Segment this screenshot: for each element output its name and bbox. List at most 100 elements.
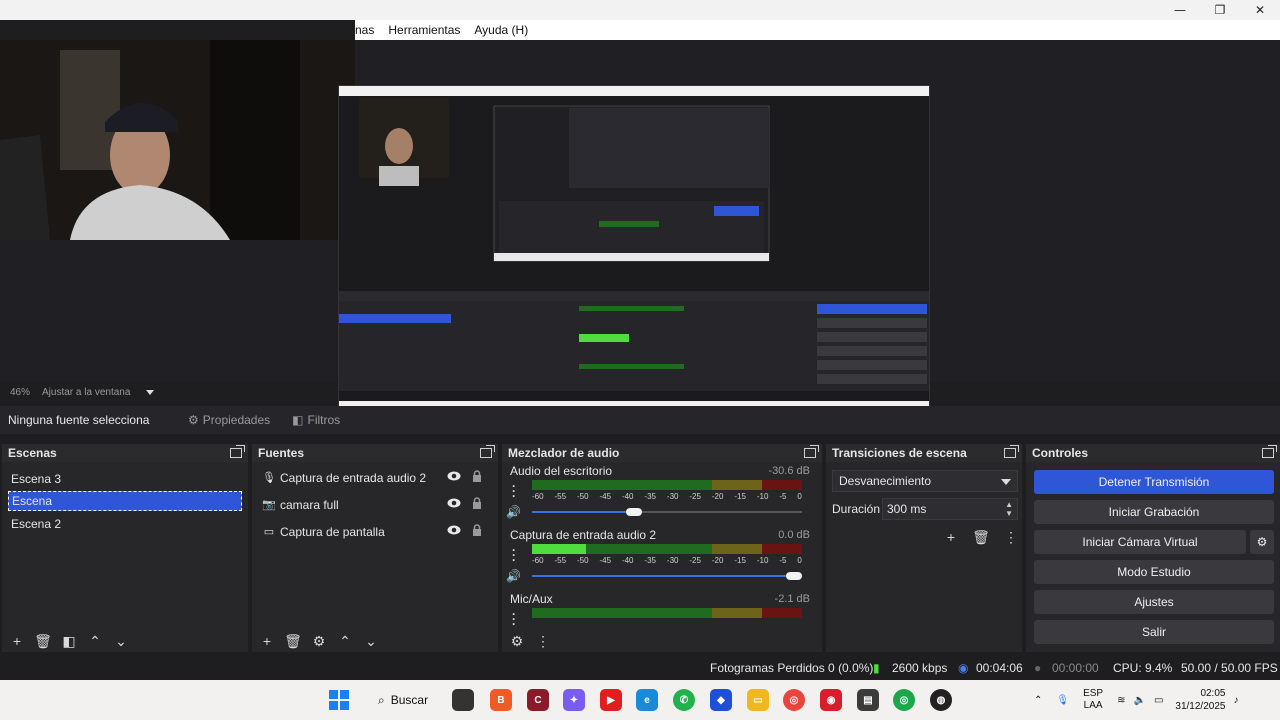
- source-item[interactable]: ▭ Captura de pantalla: [252, 518, 498, 545]
- studio-mode-button[interactable]: Modo Estudio: [1034, 560, 1274, 584]
- app-folder-icon[interactable]: ▤: [857, 689, 879, 711]
- move-down-icon[interactable]: ⌄: [112, 632, 130, 650]
- stop-streaming-button[interactable]: Detener Transmisión: [1034, 470, 1274, 494]
- notification-icon[interactable]: ♪: [1233, 695, 1238, 706]
- sources-toolbar: + 🗑 ⚙ ⌃ ⌄: [252, 630, 498, 652]
- volume-meter: [532, 608, 802, 618]
- filter-icon[interactable]: ◧: [60, 632, 78, 650]
- menu-item-scenes[interactable]: nas: [355, 23, 374, 37]
- channel-name: Captura de entrada audio 2: [510, 528, 657, 542]
- exit-button[interactable]: Salir: [1034, 620, 1274, 644]
- tray-chevron-icon[interactable]: ⌃: [1034, 695, 1042, 706]
- add-transition-icon[interactable]: +: [942, 528, 960, 546]
- spin-arrows-icon[interactable]: ▲ ▼: [1005, 500, 1013, 518]
- move-down-icon[interactable]: ⌄: [362, 632, 380, 650]
- wifi-icon[interactable]: ≋: [1117, 695, 1125, 706]
- volume-slider[interactable]: [532, 506, 802, 518]
- more-options-icon[interactable]: ⋮: [534, 632, 552, 650]
- eye-icon[interactable]: [447, 525, 461, 535]
- add-scene-icon[interactable]: +: [8, 632, 26, 650]
- lock-icon[interactable]: [472, 497, 482, 509]
- transition-select[interactable]: Desvanecimiento: [832, 470, 1018, 492]
- record-icon: ●: [1034, 661, 1042, 675]
- float-dock-icon[interactable]: [230, 445, 245, 458]
- menu-item-help[interactable]: Ayuda (H): [474, 23, 528, 37]
- speaker-icon[interactable]: 🔊: [506, 569, 521, 583]
- more-options-icon[interactable]: ⋮: [1002, 528, 1020, 546]
- task-view-icon[interactable]: [452, 689, 474, 711]
- mixer-channels: Audio del escritorio -30.6 dB · · · -60 -55…: [502, 462, 822, 630]
- obs-icon[interactable]: ◍: [930, 689, 952, 711]
- edge-icon[interactable]: e: [636, 689, 658, 711]
- channel-menu-icon[interactable]: · · ·: [510, 480, 518, 502]
- capcut-icon[interactable]: C: [527, 689, 549, 711]
- filters-button[interactable]: ◧ Filtros: [292, 413, 340, 427]
- source-item[interactable]: 📷 camara full: [252, 491, 498, 518]
- youtube-icon[interactable]: ▶: [600, 689, 622, 711]
- chrome-profile-icon[interactable]: ◎: [893, 689, 915, 711]
- chevron-down-icon[interactable]: [146, 389, 155, 395]
- float-dock-icon[interactable]: [1262, 445, 1277, 458]
- gear-icon[interactable]: ⚙: [310, 632, 328, 650]
- properties-button[interactable]: ⚙ Propiedades: [188, 413, 270, 427]
- trash-icon[interactable]: 🗑: [284, 632, 302, 650]
- start-recording-button[interactable]: Iniciar Grabación: [1034, 500, 1274, 524]
- language-indicator[interactable]: ESP LAA: [1083, 688, 1103, 712]
- whatsapp-icon[interactable]: ✆: [673, 689, 695, 711]
- controls-dock-title: Controles: [1026, 444, 1280, 462]
- channel-menu-icon[interactable]: · · ·: [510, 544, 518, 566]
- settings-button[interactable]: Ajustes: [1034, 590, 1274, 614]
- battery-icon[interactable]: ▭: [1154, 695, 1163, 706]
- monitor-icon: ▭: [263, 526, 275, 538]
- volume-meter: [532, 480, 802, 490]
- eye-icon[interactable]: [447, 471, 461, 481]
- volume-icon[interactable]: 🔈: [1134, 695, 1146, 706]
- source-item[interactable]: 🎙 Captura de entrada audio 2: [252, 464, 498, 491]
- duration-field[interactable]: 300 ms ▲ ▼: [882, 498, 1018, 520]
- source-label: camara full: [280, 497, 339, 512]
- scene-item-selected[interactable]: Escena: [8, 491, 242, 511]
- start-virtual-camera-button[interactable]: Iniciar Cámara Virtual: [1034, 530, 1246, 554]
- trash-icon[interactable]: 🗑: [34, 632, 52, 650]
- lock-icon[interactable]: [472, 524, 482, 536]
- gear-icon[interactable]: ⚙: [508, 632, 526, 650]
- app-red-icon[interactable]: ◉: [820, 689, 842, 711]
- zoom-fit-select[interactable]: Ajustar a la ventana: [42, 387, 130, 398]
- clock[interactable]: 02:05 31/12/2025: [1175, 687, 1225, 713]
- eye-icon[interactable]: [447, 498, 461, 508]
- search-label: Buscar: [390, 693, 429, 707]
- menu-item-tools[interactable]: Herramientas: [388, 23, 460, 37]
- chrome-icon[interactable]: ◎: [783, 689, 805, 711]
- speaker-icon[interactable]: 🔊: [506, 505, 521, 519]
- minimize-button[interactable]: —: [1160, 0, 1200, 20]
- float-dock-icon[interactable]: [1004, 445, 1019, 458]
- float-dock-icon[interactable]: [804, 445, 819, 458]
- lock-icon[interactable]: [472, 470, 482, 482]
- channel-db: -2.1 dB: [774, 593, 810, 605]
- scene-list: Escena 3 Escena Escena 2: [2, 462, 248, 630]
- microphone-icon[interactable]: 🎙: [1056, 695, 1069, 706]
- channel-menu-icon[interactable]: · · ·: [510, 608, 518, 630]
- window-controls: — ❐ ✕: [1160, 0, 1280, 20]
- transition-selected: Desvanecimiento: [839, 474, 932, 488]
- windows-start-icon[interactable]: [329, 690, 349, 710]
- maximize-button[interactable]: ❐: [1200, 0, 1240, 20]
- scene-item[interactable]: Escena 2: [2, 511, 248, 536]
- trash-icon[interactable]: 🗑: [972, 528, 990, 546]
- preview-area[interactable]: [0, 40, 1280, 420]
- virtual-camera-settings-button[interactable]: ⚙: [1250, 530, 1274, 554]
- dropbox-icon[interactable]: ◆: [710, 689, 732, 711]
- move-up-icon[interactable]: ⌃: [86, 632, 104, 650]
- close-button[interactable]: ✕: [1240, 0, 1280, 20]
- float-dock-icon[interactable]: [480, 445, 495, 458]
- taskbar-search[interactable]: ⌕ Buscar: [368, 688, 440, 712]
- title-bar: — ❐ ✕: [0, 0, 1280, 20]
- scenes-title: Escenas: [8, 446, 57, 460]
- scene-item[interactable]: Escena 3: [2, 466, 248, 491]
- volume-slider[interactable]: [532, 570, 802, 582]
- brave-icon[interactable]: B: [490, 689, 512, 711]
- file-explorer-icon[interactable]: ▭: [747, 689, 769, 711]
- add-source-icon[interactable]: +: [258, 632, 276, 650]
- copilot-icon[interactable]: ✦: [563, 689, 585, 711]
- move-up-icon[interactable]: ⌃: [336, 632, 354, 650]
